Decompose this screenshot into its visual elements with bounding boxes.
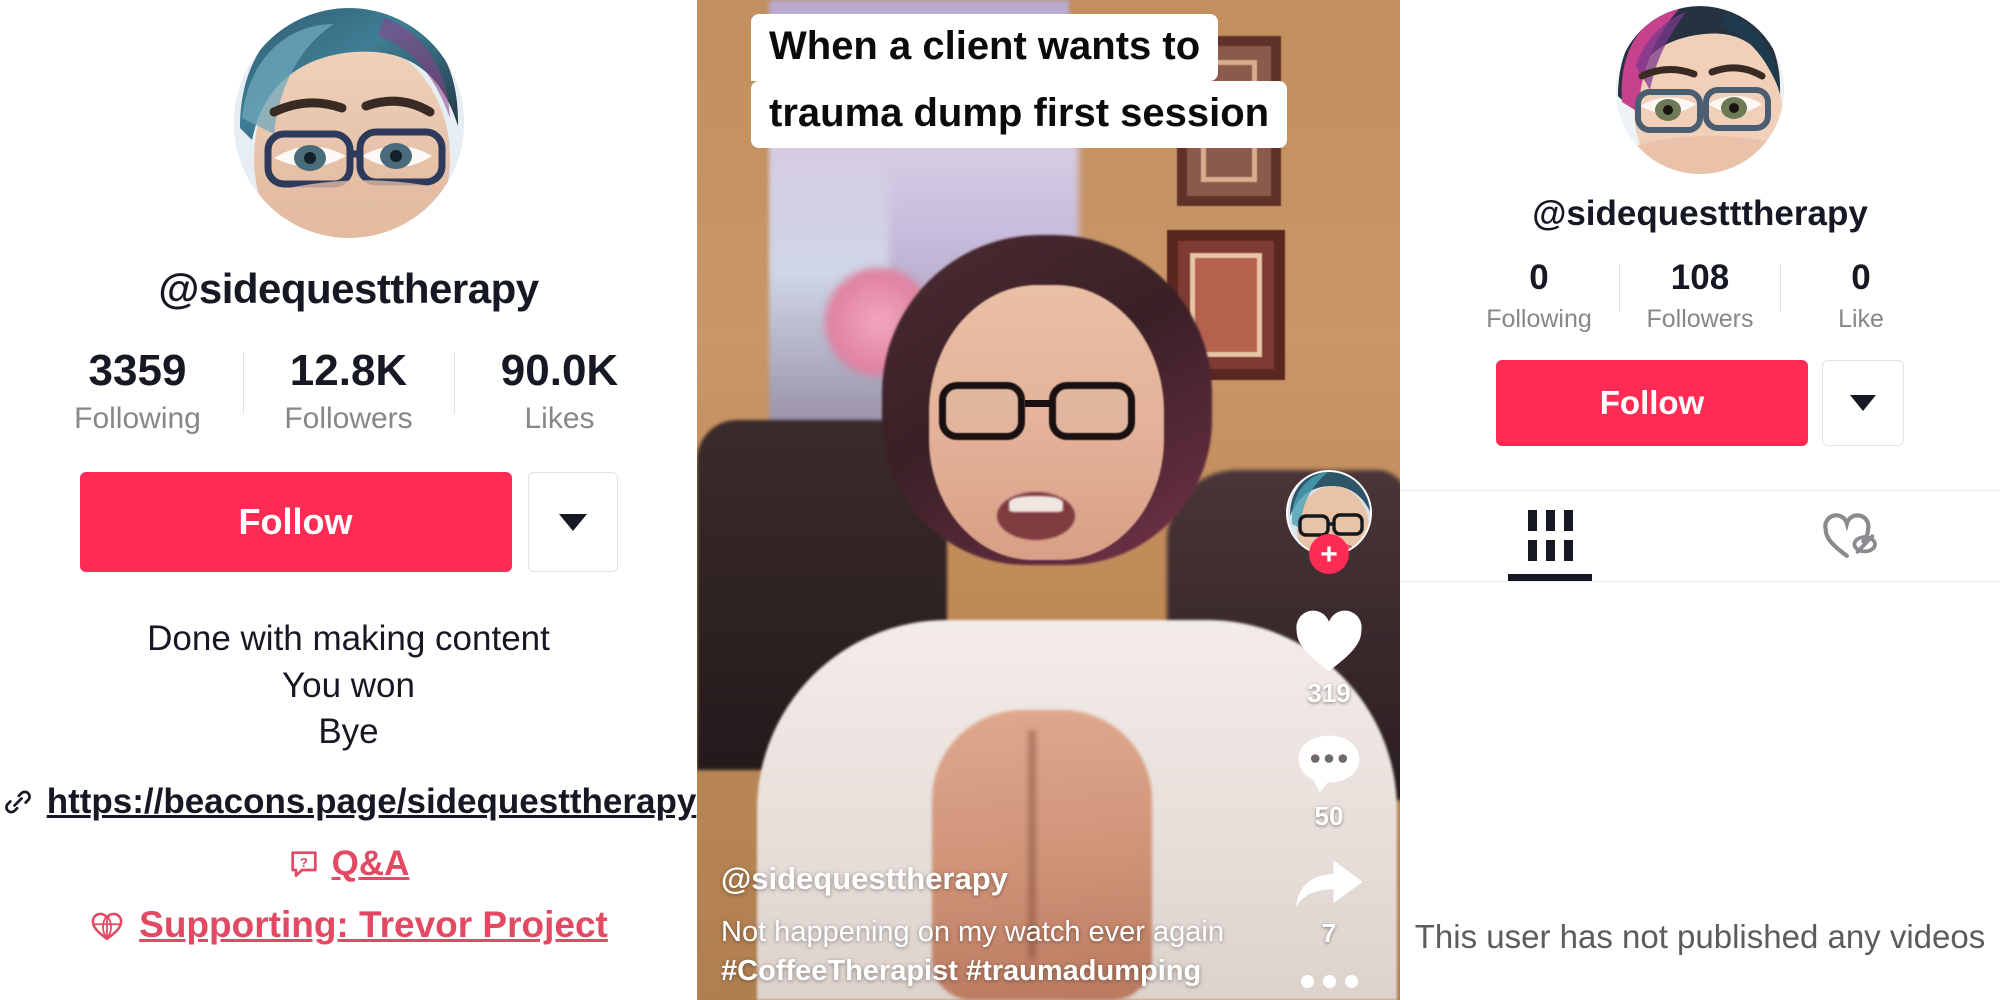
grid-videos-icon (1527, 510, 1573, 562)
more-options-button[interactable] (1822, 359, 1904, 446)
link-icon (4, 790, 31, 814)
chevron-down-icon (558, 513, 587, 531)
avatar-image (1616, 6, 1784, 174)
video-player-panel[interactable]: When a client wants to trauma dump first… (697, 0, 1400, 1000)
video-hashtags[interactable]: #CoffeeTherapist #traumadumping (721, 952, 1281, 990)
like-count: 319 (1307, 678, 1351, 708)
stat-value: 12.8K (289, 346, 408, 395)
page-title: @sidequestttherapy (1532, 194, 1868, 233)
tab-liked[interactable] (1700, 491, 2000, 581)
video-overlay-caption: When a client wants to trauma dump first… (751, 14, 1333, 149)
question-box-icon: ? (290, 851, 317, 877)
stat-label: Like (1838, 304, 1884, 333)
comment-button[interactable]: 50 (1294, 731, 1364, 832)
bio-line: Done with making content (147, 619, 550, 659)
stat-label: Likes (524, 402, 595, 436)
bio-line: You won (281, 665, 415, 705)
avatar[interactable] (233, 8, 464, 238)
caption-line: When a client wants to (751, 14, 1219, 82)
stat-likes[interactable]: 90.0K Likes (455, 346, 665, 436)
like-button[interactable]: 319 (1293, 608, 1365, 709)
bio-line: Bye (318, 712, 379, 752)
bio-link[interactable]: https://beacons.page/sidequesttherapy (0, 782, 697, 822)
left-profile-panel: @sidequesttherapy 3359 Following 12.8K F… (0, 0, 697, 1000)
follow-button[interactable]: Follow (1496, 359, 1808, 446)
active-tab-indicator (1508, 573, 1592, 581)
bio-link-text: https://beacons.page/sidequesttherapy (46, 781, 697, 821)
video-author-handle[interactable]: @sidequesttherapy (721, 861, 1281, 897)
empty-state-message: This user has not published any videos (1414, 918, 1986, 955)
heart-icon (1296, 610, 1362, 671)
stat-label: Followers (284, 402, 413, 436)
svg-text:?: ? (300, 855, 308, 870)
tab-videos[interactable] (1400, 491, 1700, 581)
share-count: 7 (1321, 918, 1337, 948)
share-button[interactable]: 7 (1292, 854, 1366, 949)
profile-tabs (1400, 489, 2000, 582)
bio: Done with making content You won Bye (147, 616, 550, 756)
stats-row: 0 Following 108 Followers 0 Like (1400, 258, 2000, 334)
supporting-link[interactable]: Supporting: Trevor Project (89, 904, 608, 946)
video-meta: @sidequesttherapy Not happening on my wa… (721, 861, 1281, 990)
creator-avatar-button[interactable]: + (1286, 470, 1372, 574)
follow-button[interactable]: Follow (79, 472, 512, 573)
globe-heart-icon (91, 912, 123, 941)
stat-followers[interactable]: 108 Followers (1620, 258, 1780, 334)
caption-line: trauma dump first session (751, 81, 1288, 149)
supporting-label: Supporting: Trevor Project (139, 903, 608, 945)
liked-hidden-heart-icon (1823, 513, 1877, 558)
more-dots-icon[interactable] (1300, 975, 1358, 988)
comment-count: 50 (1314, 801, 1344, 831)
plus-icon[interactable]: + (1309, 534, 1349, 574)
avatar[interactable] (1616, 6, 1784, 174)
follow-row: Follow (1496, 359, 1904, 446)
stat-label: Following (1486, 304, 1592, 333)
stat-value: 3359 (88, 346, 187, 395)
stat-value: 90.0K (500, 346, 619, 395)
stat-value: 0 (1851, 258, 1871, 297)
avatar-image (233, 8, 464, 238)
share-arrow-icon (1295, 860, 1363, 907)
screenshot-stage: @sidequesttherapy 3359 Following 12.8K F… (0, 0, 2000, 1000)
stat-followers[interactable]: 12.8K Followers (244, 346, 454, 436)
stat-label: Followers (1646, 304, 1754, 333)
stat-likes[interactable]: 0 Like (1781, 258, 1941, 334)
video-description: Not happening on my watch ever again (721, 916, 1224, 949)
chevron-down-icon (1850, 394, 1876, 411)
stat-value: 0 (1529, 258, 1549, 297)
more-options-button[interactable] (527, 472, 618, 573)
video-action-rail: + 319 50 7 (1274, 470, 1384, 992)
stat-following[interactable]: 3359 Following (33, 346, 243, 436)
comment-bubble-icon (1298, 735, 1360, 793)
stat-following[interactable]: 0 Following (1459, 258, 1619, 334)
stat-label: Following (74, 402, 201, 436)
qa-label: Q&A (331, 843, 410, 883)
stat-value: 108 (1670, 258, 1730, 297)
qa-link[interactable]: ? Q&A (288, 843, 410, 884)
stats-row: 3359 Following 12.8K Followers 90.0K Lik… (0, 346, 697, 436)
page-title: @sidequesttherapy (158, 265, 539, 312)
follow-row: Follow (79, 472, 618, 573)
right-profile-panel: @sidequestttherapy 0 Following 108 Follo… (1400, 0, 2000, 1000)
